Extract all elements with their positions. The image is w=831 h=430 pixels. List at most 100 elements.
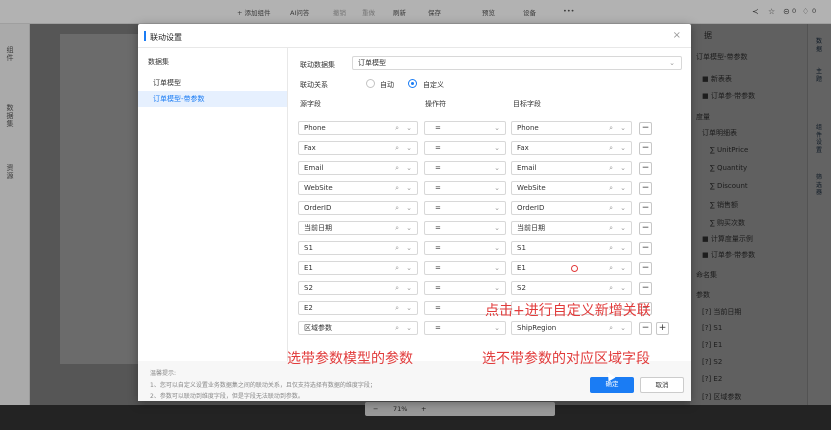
search-icon: ⌕	[395, 204, 399, 212]
add-row-button[interactable]: +	[656, 321, 669, 335]
radio-auto[interactable]	[366, 79, 375, 88]
remove-row-button[interactable]: −	[639, 321, 652, 335]
linked-dataset-select[interactable]: 订单模型 ⌄	[352, 56, 682, 70]
annotation-target-tip: 选不带参数的对应区域字段	[482, 351, 650, 367]
source-field-value: S1	[304, 244, 313, 252]
chevron-down-icon: ⌄	[406, 184, 412, 192]
chevron-down-icon: ⌄	[620, 264, 626, 272]
operator-value: =	[435, 324, 441, 332]
search-icon: ⌕	[395, 184, 399, 192]
operator-select[interactable]: = ⌄	[424, 121, 506, 135]
target-field-value: OrderID	[517, 204, 545, 212]
remove-row-button[interactable]: −	[639, 221, 652, 235]
chevron-down-icon: ⌄	[494, 124, 500, 132]
operator-value: =	[435, 304, 441, 312]
dataset-item-active[interactable]: 订单模型-带参数	[138, 91, 287, 107]
operator-value: =	[435, 184, 441, 192]
target-field-value: Fax	[517, 144, 529, 152]
chevron-down-icon: ⌄	[406, 144, 412, 152]
search-icon: ⌕	[395, 244, 399, 252]
target-field-select[interactable]: S2 ⌕ ⌄	[511, 281, 632, 295]
dataset-panel: 数据集 订单模型 订单模型-带参数	[138, 48, 288, 361]
operator-select[interactable]: = ⌄	[424, 201, 506, 215]
chevron-down-icon: ⌄	[494, 164, 500, 172]
operator-value: =	[435, 144, 441, 152]
column-operator-header: 操作符	[425, 100, 446, 108]
cancel-button[interactable]: 取消	[640, 377, 684, 393]
tip-1: 1、您可以自定义设置业务数据集之间的联动关系，且仅支持选择有数据的维度字段；	[150, 382, 376, 389]
column-source-header: 源字段	[300, 100, 321, 108]
operator-select[interactable]: = ⌄	[424, 281, 506, 295]
target-field-select[interactable]: OrderID ⌕ ⌄	[511, 201, 632, 215]
remove-row-button[interactable]: −	[639, 281, 652, 295]
search-icon: ⌕	[395, 164, 399, 172]
chevron-down-icon: ⌄	[406, 304, 412, 312]
title-accent	[144, 31, 146, 41]
chevron-down-icon: ⌄	[620, 164, 626, 172]
chevron-down-icon: ⌄	[406, 164, 412, 172]
linked-dataset-value: 订单模型	[358, 59, 386, 67]
chevron-down-icon: ⌄	[620, 144, 626, 152]
target-field-select[interactable]: S1 ⌕ ⌄	[511, 241, 632, 255]
linkage-settings-dialog: 联动设置 × 数据集 订单模型 订单模型-带参数 联动数据集 订单模型 ⌄ 联动…	[138, 24, 691, 401]
column-target-header: 目标字段	[513, 100, 541, 108]
remove-row-button[interactable]: −	[639, 141, 652, 155]
chevron-down-icon: ⌄	[406, 264, 412, 272]
operator-select[interactable]: = ⌄	[424, 181, 506, 195]
source-field-select[interactable]: E2 ⌕ ⌄	[298, 301, 418, 315]
close-icon[interactable]: ×	[673, 30, 681, 41]
dataset-item[interactable]: 订单模型	[138, 75, 287, 91]
remove-row-button[interactable]: −	[639, 201, 652, 215]
remove-row-button[interactable]: −	[639, 121, 652, 135]
chevron-down-icon: ⌄	[620, 284, 626, 292]
radio-custom[interactable]	[408, 79, 417, 88]
source-field-select[interactable]: S1 ⌕ ⌄	[298, 241, 418, 255]
operator-select[interactable]: = ⌄	[424, 161, 506, 175]
target-field-select[interactable]: 当前日期 ⌕ ⌄	[511, 221, 632, 235]
remove-row-button[interactable]: −	[639, 181, 652, 195]
search-icon: ⌕	[395, 264, 399, 272]
chevron-down-icon: ⌄	[620, 244, 626, 252]
linked-dataset-label: 联动数据集	[300, 61, 335, 69]
search-icon: ⌕	[609, 324, 613, 332]
source-field-select[interactable]: 当前日期 ⌕ ⌄	[298, 221, 418, 235]
target-field-select[interactable]: Email ⌕ ⌄	[511, 161, 632, 175]
source-field-select[interactable]: Email ⌕ ⌄	[298, 161, 418, 175]
chevron-down-icon: ⌄	[494, 324, 500, 332]
source-field-select[interactable]: E1 ⌕ ⌄	[298, 261, 418, 275]
source-field-value: E2	[304, 304, 313, 312]
target-field-select[interactable]: ShipRegion ⌕ ⌄	[511, 321, 632, 335]
chevron-down-icon: ⌄	[494, 224, 500, 232]
operator-select[interactable]: = ⌄	[424, 321, 506, 335]
source-field-select[interactable]: Phone ⌕ ⌄	[298, 121, 418, 135]
operator-select[interactable]: = ⌄	[424, 241, 506, 255]
source-field-select[interactable]: OrderID ⌕ ⌄	[298, 201, 418, 215]
search-icon: ⌕	[395, 224, 399, 232]
remove-row-button[interactable]: −	[639, 261, 652, 275]
target-field-value: ShipRegion	[517, 324, 557, 332]
source-field-value: OrderID	[304, 204, 332, 212]
source-field-select[interactable]: S2 ⌕ ⌄	[298, 281, 418, 295]
operator-select[interactable]: = ⌄	[424, 141, 506, 155]
target-field-select[interactable]: Fax ⌕ ⌄	[511, 141, 632, 155]
search-icon: ⌕	[609, 184, 613, 192]
chevron-down-icon: ⌄	[406, 224, 412, 232]
source-field-value: Fax	[304, 144, 316, 152]
target-field-select[interactable]: WebSite ⌕ ⌄	[511, 181, 632, 195]
remove-row-button[interactable]: −	[639, 241, 652, 255]
target-field-select[interactable]: Phone ⌕ ⌄	[511, 121, 632, 135]
remove-row-button[interactable]: −	[639, 161, 652, 175]
search-icon: ⌕	[395, 284, 399, 292]
chevron-down-icon: ⌄	[406, 284, 412, 292]
source-field-select[interactable]: Fax ⌕ ⌄	[298, 141, 418, 155]
search-icon: ⌕	[609, 224, 613, 232]
operator-select[interactable]: = ⌄	[424, 261, 506, 275]
chevron-down-icon: ⌄	[620, 184, 626, 192]
operator-value: =	[435, 264, 441, 272]
search-icon: ⌕	[609, 144, 613, 152]
source-field-select[interactable]: WebSite ⌕ ⌄	[298, 181, 418, 195]
operator-select[interactable]: = ⌄	[424, 221, 506, 235]
annotation-add-tip: 点击+进行自定义新增关联	[485, 303, 651, 319]
chevron-down-icon: ⌄	[620, 224, 626, 232]
source-field-select[interactable]: 区域参数 ⌕ ⌄	[298, 321, 418, 335]
